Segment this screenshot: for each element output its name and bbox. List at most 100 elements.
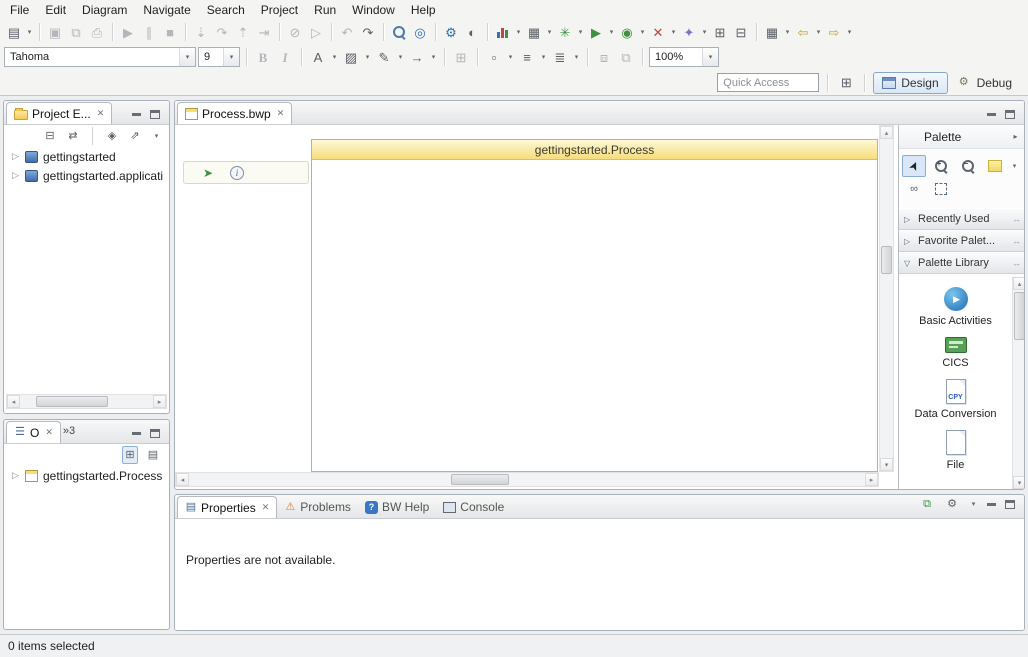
close-icon[interactable]: ✕	[45, 427, 53, 438]
scrollbar-thumb[interactable]	[881, 246, 892, 274]
debug-dropdown-icon[interactable]: ▾	[638, 23, 647, 41]
close-icon[interactable]: ✕	[277, 108, 285, 119]
palette-header[interactable]: Palette ▸	[899, 125, 1025, 149]
drawer-pin-icon[interactable]: ↔	[1012, 258, 1021, 268]
fill-color-icon[interactable]: ▨	[343, 48, 359, 66]
focus-icon[interactable]: ◈	[104, 127, 120, 145]
tab-problems[interactable]: ⚠ Problems	[277, 496, 358, 518]
font-size-dropdown-icon[interactable]: ▾	[223, 48, 239, 66]
close-icon[interactable]: ✕	[97, 108, 105, 119]
link-with-editor-icon[interactable]: ⇄	[65, 127, 81, 145]
menu-edit[interactable]: Edit	[37, 1, 74, 19]
grid-view-icon[interactable]: ▦	[764, 23, 780, 41]
new-dropdown-icon[interactable]: ▾	[25, 23, 34, 41]
zoom-out-tool[interactable]: −	[956, 155, 980, 177]
save-icon[interactable]: ▣	[47, 23, 63, 41]
scroll-right-icon[interactable]: ▸	[865, 473, 878, 486]
distribute-dropdown-icon[interactable]: ▾	[572, 48, 581, 66]
tab-console[interactable]: Console	[436, 496, 511, 518]
collapse-all-icon[interactable]: ⊟	[42, 127, 58, 145]
minimize-icon[interactable]	[987, 113, 996, 116]
font-color-icon[interactable]: A	[310, 48, 326, 66]
expand-icon[interactable]: ▷	[11, 151, 20, 162]
link-tool[interactable]: ∞	[902, 178, 926, 200]
select-tool[interactable]: ➤	[902, 155, 926, 177]
font-color-dropdown-icon[interactable]: ▾	[330, 48, 339, 66]
note-dropdown-icon[interactable]: ▾	[1010, 157, 1019, 175]
align-dropdown-icon[interactable]: ▾	[539, 48, 548, 66]
drawer-recently-used[interactable]: ▷ Recently Used ↔	[899, 208, 1025, 230]
line-color-icon[interactable]: ✎	[376, 48, 392, 66]
tree-row[interactable]: ▷ gettingstarted	[4, 147, 169, 166]
snap-grid-dropdown-icon[interactable]: ▾	[506, 48, 515, 66]
debug-perspective-button[interactable]: ⚙ Debug	[948, 72, 1020, 94]
zoom-select[interactable]: 100% ▾	[649, 47, 719, 67]
new-shortcut-icon[interactable]: ✳	[557, 23, 573, 41]
shortcut-icon[interactable]: ⇗	[127, 127, 143, 145]
maximize-icon[interactable]	[150, 110, 160, 119]
arrow-style-icon[interactable]: →	[409, 48, 425, 66]
info-icon[interactable]: i	[230, 166, 244, 180]
zoom-in-tool[interactable]: +	[929, 155, 953, 177]
new-wizard-icon[interactable]: ▤	[6, 23, 22, 41]
line-color-dropdown-icon[interactable]: ▾	[396, 48, 405, 66]
minimize-icon[interactable]	[987, 503, 996, 506]
tab-outline[interactable]: ☰ O ✕	[6, 421, 61, 443]
terminate-dropdown-icon[interactable]: ▾	[669, 23, 678, 41]
green-arrow-icon[interactable]: ➤	[200, 164, 216, 182]
menu-search[interactable]: Search	[199, 1, 253, 19]
distribute-icon[interactable]: ≣	[552, 48, 568, 66]
table-icon[interactable]: ⊞	[453, 48, 469, 66]
zoom-dropdown-icon[interactable]: ▾	[702, 48, 718, 66]
view-settings-icon[interactable]: ⚙	[944, 495, 960, 513]
drawer-pin-icon[interactable]: ↔	[1012, 214, 1021, 224]
scrollbar-track[interactable]	[20, 395, 153, 408]
grid-dropdown-icon[interactable]: ▾	[783, 23, 792, 41]
tab-process-bwp[interactable]: Process.bwp ✕	[177, 102, 292, 124]
menu-help[interactable]: Help	[403, 1, 444, 19]
tab-overflow-chevron[interactable]: »3	[61, 425, 81, 439]
chart-icon[interactable]	[493, 22, 513, 42]
detach-icon[interactable]: ⧉	[919, 495, 935, 513]
expand-icon[interactable]: ▷	[11, 470, 20, 481]
layout-dropdown-icon[interactable]: ▾	[545, 23, 554, 41]
undo-icon[interactable]: ↶	[339, 23, 355, 41]
step-into-icon[interactable]: ⇣	[193, 23, 209, 41]
tab-properties[interactable]: ▤ Properties ✕	[177, 496, 277, 518]
forward-dropdown-icon[interactable]: ▾	[845, 23, 854, 41]
drawer-palette-library[interactable]: ▽ Palette Library ↔	[899, 252, 1025, 274]
view-menu-icon[interactable]: ▾	[152, 127, 161, 145]
ungroup-icon[interactable]: ⧉	[618, 48, 634, 66]
layout-grid-icon[interactable]: ▦	[526, 23, 542, 41]
tab-bw-help[interactable]: ? BW Help	[358, 496, 436, 518]
note-tool[interactable]	[983, 155, 1007, 177]
scroll-up-icon[interactable]: ▴	[1013, 277, 1025, 290]
process-canvas[interactable]: ➤ i gettingstarted.Process	[175, 125, 879, 472]
menu-navigate[interactable]: Navigate	[135, 1, 198, 19]
arrow-style-dropdown-icon[interactable]: ▾	[429, 48, 438, 66]
table-add-icon[interactable]: ⊞	[712, 23, 728, 41]
scroll-left-icon[interactable]: ◂	[7, 395, 20, 408]
marquee-tool[interactable]	[929, 178, 953, 200]
bold-icon[interactable]: B	[255, 48, 271, 66]
terminate-icon[interactable]: ■	[162, 23, 178, 41]
menu-run[interactable]: Run	[306, 1, 344, 19]
overview-mode-icon[interactable]: ▤	[145, 446, 161, 464]
canvas-hscrollbar[interactable]: ◂ ▸	[175, 472, 879, 487]
design-perspective-button[interactable]: Design	[873, 72, 947, 94]
snap-grid-icon[interactable]: ▫	[486, 48, 502, 66]
skip-breakpoints-icon[interactable]: ⊘	[287, 23, 303, 41]
scrollbar-thumb[interactable]	[36, 396, 108, 407]
debug-button-icon[interactable]: ◉	[619, 23, 635, 41]
minimize-icon[interactable]	[132, 432, 141, 435]
terminate-launch-icon[interactable]: ✕	[650, 23, 666, 41]
palette-vscrollbar[interactable]: ▴ ▾	[1012, 277, 1025, 489]
drawer-favorite-palettes[interactable]: ▷ Favorite Palet... ↔	[899, 230, 1025, 252]
scroll-up-icon[interactable]: ▴	[880, 126, 893, 139]
scroll-right-icon[interactable]: ▸	[153, 395, 166, 408]
menu-window[interactable]: Window	[344, 1, 403, 19]
font-family-dropdown-icon[interactable]: ▾	[179, 48, 195, 66]
palette-item-cics[interactable]: CICS	[942, 331, 968, 373]
menu-diagram[interactable]: Diagram	[74, 1, 135, 19]
scroll-left-icon[interactable]: ◂	[176, 473, 189, 486]
